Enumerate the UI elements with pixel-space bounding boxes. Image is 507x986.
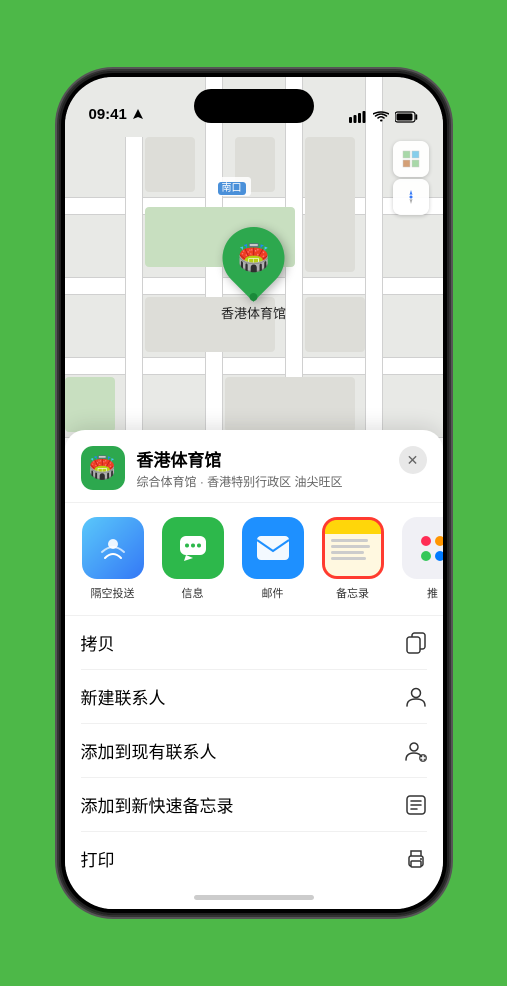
note-icon [405,794,427,816]
signal-icon [349,111,367,123]
more-label: 推 [427,585,438,601]
battery-icon [395,111,419,123]
print-text: 打印 [81,846,115,871]
map-controls [393,141,429,215]
location-pin: 🏟️ 香港体育馆 [221,227,286,322]
airdrop-icon [82,517,144,579]
copy-text: 拷贝 [81,630,115,655]
copy-icon [405,632,427,654]
action-list: 拷贝 新建联系人 添加到现有联系人 [65,616,443,885]
share-item-more[interactable]: 推 [401,517,443,601]
venue-name: 香港体育馆 [137,446,427,471]
mail-icon-bg [242,517,304,579]
close-button[interactable]: ✕ [399,446,427,474]
action-new-contact[interactable]: 新建联系人 [81,670,427,724]
phone-screen: 09:41 [65,77,443,909]
dynamic-island [194,89,314,123]
map-type-button[interactable] [393,141,429,177]
action-copy[interactable]: 拷贝 [81,616,427,670]
share-row: 隔空投送 信息 [65,503,443,616]
status-time: 09:41 [89,106,127,125]
share-item-notes[interactable]: 备忘录 [321,517,385,601]
phone-frame: 09:41 [59,71,449,915]
printer-icon [405,848,427,870]
venue-icon: 🏟️ [81,446,125,490]
venue-sub: 综合体育馆 · 香港特别行政区 油尖旺区 [137,473,427,490]
message-bubble-icon [176,531,210,565]
notes-icon-bg [322,517,384,579]
add-notes-text: 添加到新快速备忘录 [81,792,234,817]
map-north-label: 南口 [213,177,251,196]
add-existing-text: 添加到现有联系人 [81,738,217,763]
person-add-icon [405,740,427,762]
airdrop-label: 隔空投送 [91,585,135,601]
home-indicator [65,885,443,909]
sheet-header: 🏟️ 香港体育馆 综合体育馆 · 香港特别行政区 油尖旺区 ✕ [65,430,443,503]
status-icons [349,111,419,125]
message-icon-bg [162,517,224,579]
home-bar [194,895,314,900]
action-add-existing[interactable]: 添加到现有联系人 [81,724,427,778]
share-item-mail[interactable]: 邮件 [241,517,305,601]
share-item-message[interactable]: 信息 [161,517,225,601]
pin-label: 香港体育馆 [221,303,286,322]
share-item-airdrop[interactable]: 隔空投送 [81,517,145,601]
person-icon [405,686,427,708]
compass-icon [402,188,420,206]
venue-info: 香港体育馆 综合体育馆 · 香港特别行政区 油尖旺区 [137,446,427,490]
action-add-notes[interactable]: 添加到新快速备忘录 [81,778,427,832]
new-contact-text: 新建联系人 [81,684,166,709]
bottom-sheet: 🏟️ 香港体育馆 综合体育馆 · 香港特别行政区 油尖旺区 ✕ [65,430,443,909]
action-print[interactable]: 打印 [81,832,427,885]
message-label: 信息 [182,585,204,601]
mail-envelope-icon [255,534,291,562]
location-arrow-icon [133,109,143,121]
more-icon-bg [402,517,443,579]
wifi-icon [373,111,389,123]
mail-label: 邮件 [262,585,284,601]
location-button[interactable] [393,179,429,215]
notes-label: 备忘录 [336,585,369,601]
